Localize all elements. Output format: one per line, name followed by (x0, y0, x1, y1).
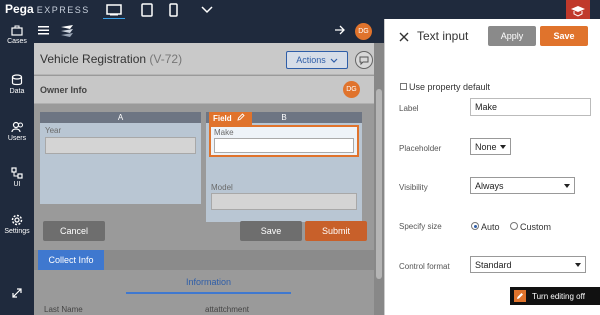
control-format-select[interactable]: Standard (470, 256, 586, 273)
label-input[interactable]: Make (470, 98, 591, 116)
case-id: (V-72) (149, 52, 183, 66)
control-format-caption: Control format (399, 262, 450, 271)
size-custom-radio[interactable] (510, 222, 518, 230)
col-last-name: Last Name (44, 305, 83, 314)
nav-item-cases[interactable]: Cases (0, 25, 34, 45)
tab-underline (126, 292, 291, 294)
app-logo-icon (60, 24, 74, 41)
placeholder-value: None (475, 141, 497, 152)
left-nav: Cases Data Users UI Settings (0, 19, 34, 315)
nav-label-users: Users (7, 135, 27, 142)
size-auto-label: Auto (481, 222, 500, 232)
visibility-caption: Visibility (399, 183, 428, 192)
turn-editing-off-button[interactable]: Turn editing off (510, 287, 600, 305)
size-custom-label: Custom (520, 222, 552, 232)
pencil-icon (237, 113, 245, 121)
placeholder-caption: Placeholder (399, 144, 442, 153)
nav-item-ui[interactable]: UI (0, 167, 34, 188)
dropdown-caret-icon (500, 144, 506, 149)
comment-button[interactable] (355, 51, 373, 69)
expand-icon[interactable] (0, 287, 34, 301)
ui-icon (11, 167, 23, 179)
nav-item-users[interactable]: Users (0, 121, 34, 142)
actions-button[interactable]: Actions (286, 51, 348, 69)
make-input[interactable] (214, 138, 354, 153)
region-a[interactable]: A Year (40, 112, 201, 204)
section-header: Owner Info DG (34, 76, 374, 104)
case-title: Vehicle Registration (V-72) (40, 52, 182, 66)
use-property-default-label: Use property default (409, 82, 491, 92)
chevron-down-icon[interactable] (199, 2, 215, 17)
make-field-selected[interactable]: Make (209, 125, 359, 157)
visibility-select[interactable]: Always (470, 177, 575, 194)
tablet-icon[interactable] (139, 2, 155, 17)
nav-label-cases: Cases (7, 38, 27, 45)
users-icon (10, 121, 23, 133)
brand-name: Pega (5, 2, 34, 16)
nav-label-settings: Settings (4, 228, 30, 235)
tab-collect-info[interactable]: Collect Info (38, 250, 104, 270)
property-panel: Text input Apply Save Use property defau… (384, 19, 600, 315)
case-header: Vehicle Registration (V-72) Actions (34, 43, 374, 75)
pencil-icon (514, 290, 526, 302)
model-field[interactable] (211, 193, 357, 210)
section-title: Owner Info (40, 85, 87, 95)
dropdown-caret-icon (564, 183, 570, 188)
database-icon (11, 74, 23, 86)
section-avatar[interactable]: DG (343, 81, 360, 98)
phone-icon[interactable] (165, 2, 181, 17)
chat-icon (359, 56, 369, 66)
label-caption: Label (399, 104, 419, 113)
year-field[interactable] (45, 137, 196, 154)
panel-save-button[interactable]: Save (540, 26, 588, 46)
gear-icon (11, 214, 23, 226)
model-label: Model (211, 183, 233, 192)
cancel-button[interactable]: Cancel (43, 221, 105, 241)
brand-sub: EXPRESS (36, 5, 90, 15)
control-format-value: Standard (475, 259, 512, 270)
col-attachment: attattchment (205, 305, 250, 314)
tab-information[interactable]: Information (126, 277, 291, 287)
chevron-down-icon (330, 58, 338, 63)
desktop-icon[interactable] (103, 2, 125, 20)
region-a-header: A (40, 112, 201, 123)
close-icon[interactable] (399, 32, 409, 45)
design-canvas: DG Vehicle Registration (V-72) Actions O… (34, 19, 384, 315)
brand-logo: Pega EXPRESS (5, 2, 90, 16)
turn-editing-off-label: Turn editing off (532, 291, 585, 301)
canvas-header: DG (34, 19, 384, 43)
submit-button[interactable]: Submit (305, 221, 367, 241)
hamburger-icon[interactable] (38, 26, 49, 38)
briefcase-icon (11, 25, 23, 36)
scrollbar-thumb[interactable] (376, 89, 382, 279)
field-tag[interactable]: Field (209, 112, 252, 125)
year-label: Year (45, 126, 62, 135)
field-tag-label: Field (213, 114, 232, 123)
actions-label: Actions (296, 55, 326, 65)
nav-label-data: Data (9, 88, 25, 95)
size-caption: Specify size (399, 222, 442, 231)
apply-button[interactable]: Apply (488, 26, 536, 46)
nav-item-settings[interactable]: Settings (0, 214, 34, 235)
nav-label-ui: UI (13, 181, 21, 188)
arrow-right-icon[interactable] (334, 25, 346, 38)
visibility-value: Always (475, 180, 504, 191)
avatar[interactable]: DG (355, 23, 372, 40)
stage-tabs: Collect Info (34, 250, 374, 270)
use-property-default-checkbox[interactable] (400, 83, 407, 90)
save-button[interactable]: Save (240, 221, 302, 241)
top-bar: Pega EXPRESS (0, 0, 600, 22)
size-auto-radio[interactable] (471, 222, 479, 230)
case-name: Vehicle Registration (40, 52, 147, 66)
make-label: Make (214, 128, 234, 137)
nav-item-data[interactable]: Data (0, 74, 34, 95)
placeholder-select[interactable]: None (470, 138, 511, 155)
panel-title: Text input (417, 29, 469, 43)
dropdown-caret-icon (575, 262, 581, 267)
